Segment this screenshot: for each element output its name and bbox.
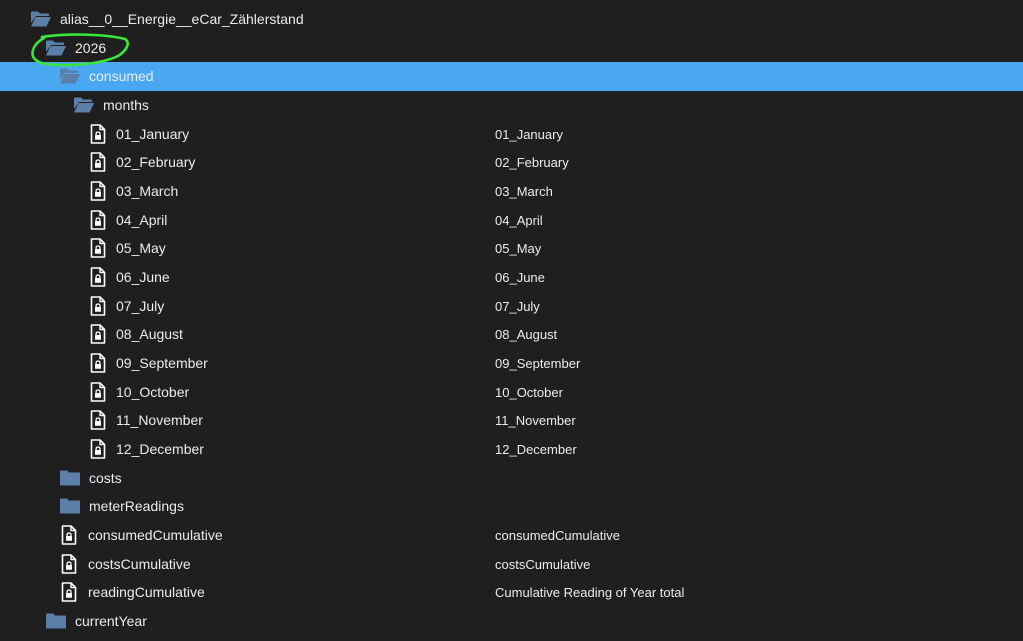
tree-node-description: Cumulative Reading of Year total — [495, 585, 685, 600]
tree-node-label: 03_March — [116, 183, 179, 199]
tree-node-costs[interactable]: costs — [0, 464, 1023, 493]
tree-node-month-state[interactable]: 11_November 11_November — [0, 406, 1023, 435]
tree-node-description: 03_March — [495, 184, 553, 199]
tree-node-month-state[interactable]: 08_August 08_August — [0, 320, 1023, 349]
folder-icon — [45, 611, 67, 631]
tree-node-label: 01_January — [116, 126, 190, 142]
locked-file-icon — [90, 267, 106, 287]
folder-icon — [59, 468, 81, 488]
tree-node-description: 10_October — [495, 385, 563, 400]
tree-node-label: alias__0__Energie__eCar_Zählerstand — [60, 11, 304, 27]
tree-node-description: costsCumulative — [495, 557, 591, 572]
tree-node-costs-cumulative[interactable]: costsCumulative costsCumulative — [0, 550, 1023, 579]
locked-file-icon — [90, 324, 106, 344]
tree-node-label: 12_December — [116, 441, 204, 457]
locked-file-icon — [90, 152, 106, 172]
tree-node-month-state[interactable]: 06_June 06_June — [0, 263, 1023, 292]
tree-node-label: consumed — [89, 68, 154, 84]
tree-node-year-2026[interactable]: 2026 — [0, 34, 1023, 63]
locked-file-icon — [90, 410, 106, 430]
tree-node-meter-readings[interactable]: meterReadings — [0, 492, 1023, 521]
folder-icon — [59, 496, 81, 516]
locked-file-icon — [90, 439, 106, 459]
locked-file-icon — [90, 238, 106, 258]
tree-node-label: currentYear — [75, 613, 147, 629]
tree-node-label: months — [103, 97, 149, 113]
tree-node-month-state[interactable]: 09_September 09_September — [0, 349, 1023, 378]
tree-node-root-folder[interactable]: alias__0__Energie__eCar_Zählerstand — [0, 5, 1023, 34]
tree-node-month-state[interactable]: 10_October 10_October — [0, 378, 1023, 407]
folder-open-icon — [30, 9, 52, 29]
tree-node-description: 11_November — [495, 413, 576, 428]
tree-node-label: 05_May — [116, 240, 166, 256]
tree-node-month-state[interactable]: 12_December 12_December — [0, 435, 1023, 464]
object-tree: alias__0__Energie__eCar_Zählerstand 2026… — [0, 0, 1023, 641]
tree-node-label: 08_August — [116, 326, 183, 342]
tree-node-month-state[interactable]: 02_February 02_February — [0, 148, 1023, 177]
locked-file-icon — [90, 296, 106, 316]
tree-node-description: 04_April — [495, 213, 543, 228]
tree-node-consumed[interactable]: consumed — [0, 62, 1023, 91]
locked-file-icon — [61, 582, 77, 602]
tree-node-label: 09_September — [116, 355, 208, 371]
tree-node-description: consumedCumulative — [495, 528, 621, 543]
tree-node-label: 06_June — [116, 269, 170, 285]
locked-file-icon — [90, 353, 106, 373]
tree-node-label: 10_October — [116, 384, 190, 400]
tree-node-current-year[interactable]: currentYear — [0, 607, 1023, 636]
tree-node-description: 12_December — [495, 442, 577, 457]
tree-node-label: 11_November — [116, 412, 203, 428]
locked-file-icon — [90, 382, 106, 402]
tree-node-label: consumedCumulative — [88, 527, 223, 543]
locked-file-icon — [90, 124, 106, 144]
tree-node-label: costs — [89, 470, 122, 486]
tree-node-label: meterReadings — [89, 498, 184, 514]
tree-node-description: 01_January — [495, 127, 563, 142]
locked-file-icon — [90, 181, 106, 201]
tree-node-description: 09_September — [495, 356, 581, 371]
locked-file-icon — [90, 210, 106, 230]
tree-node-consumed-cumulative[interactable]: consumedCumulative consumedCumulative — [0, 521, 1023, 550]
folder-open-icon — [45, 38, 67, 58]
folder-open-icon — [73, 95, 95, 115]
tree-node-label: 2026 — [75, 40, 107, 56]
locked-file-icon — [61, 554, 77, 574]
tree-node-description: 05_May — [495, 241, 542, 256]
tree-node-label: 07_July — [116, 298, 165, 314]
tree-node-month-state[interactable]: 07_July 07_July — [0, 292, 1023, 321]
tree-node-month-state[interactable]: 04_April 04_April — [0, 206, 1023, 235]
folder-open-icon — [59, 66, 81, 86]
tree-node-label: readingCumulative — [88, 584, 205, 600]
tree-node-reading-cumulative[interactable]: readingCumulative Cumulative Reading of … — [0, 578, 1023, 607]
locked-file-icon — [61, 525, 77, 545]
tree-node-label: 02_February — [116, 154, 196, 170]
tree-node-months[interactable]: months — [0, 91, 1023, 120]
tree-node-description: 06_June — [495, 270, 545, 285]
tree-node-label: 04_April — [116, 212, 168, 228]
tree-node-description: 07_July — [495, 299, 540, 314]
tree-node-month-state[interactable]: 05_May 05_May — [0, 234, 1023, 263]
tree-node-description: 02_February — [495, 155, 569, 170]
tree-node-month-state[interactable]: 03_March 03_March — [0, 177, 1023, 206]
tree-node-month-state[interactable]: 01_January 01_January — [0, 120, 1023, 149]
tree-node-label: costsCumulative — [88, 556, 191, 572]
tree-node-description: 08_August — [495, 327, 558, 342]
